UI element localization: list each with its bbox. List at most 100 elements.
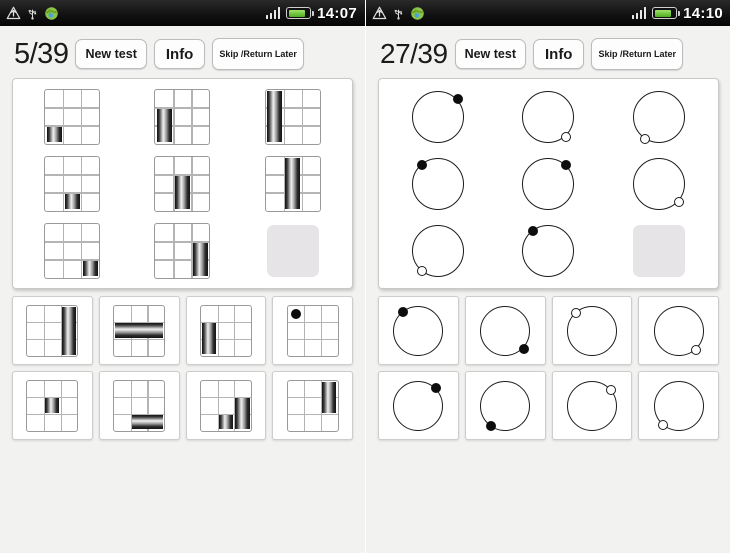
battery-icon <box>286 7 315 19</box>
figure-bar <box>202 323 217 355</box>
circle-figure <box>412 90 465 143</box>
grid-line <box>63 223 65 278</box>
figure-dot <box>452 94 463 105</box>
grid-line <box>45 241 100 243</box>
right-panel: 14:10 27/39 New test Info Skip / Return … <box>366 0 730 553</box>
figure-bar <box>267 90 283 143</box>
circle-figure <box>566 380 617 431</box>
answer-options-row <box>12 371 353 440</box>
grid-figure <box>26 379 79 432</box>
skip-return-later-button[interactable]: Skip / Return Later <box>591 38 684 70</box>
answer-options-panel <box>12 296 353 440</box>
answer-option[interactable] <box>464 296 546 365</box>
left-panel: 14:07 5/39 New test Info Skip / Return L… <box>0 0 365 553</box>
alert-upload-icon <box>6 6 21 19</box>
circle-figure <box>393 380 444 431</box>
matrix-cell[interactable] <box>627 219 690 282</box>
skip-return-later-button[interactable]: Skip / Return Later <box>212 38 304 70</box>
answer-option[interactable] <box>638 371 719 440</box>
grid-figure <box>264 88 321 145</box>
answer-option[interactable] <box>12 371 93 440</box>
matrix-grid <box>383 85 714 282</box>
answer-slot-empty[interactable] <box>632 224 685 277</box>
matrix-cell <box>151 85 214 148</box>
grid-line <box>173 223 175 278</box>
grid-line <box>304 380 306 431</box>
figure-bar <box>322 381 337 413</box>
answer-option[interactable] <box>638 296 719 365</box>
answer-option[interactable] <box>272 296 353 365</box>
figure-dot <box>485 421 496 432</box>
grid-line <box>287 322 338 324</box>
answer-option[interactable] <box>12 296 93 365</box>
grid-figure <box>154 155 211 212</box>
grid-line <box>301 89 303 144</box>
skip-label-line1: Skip / <box>598 48 623 59</box>
grid-figure <box>154 222 211 279</box>
grid-line <box>44 305 46 356</box>
grid-figure <box>26 304 79 357</box>
grid-line <box>81 89 83 144</box>
grid-figure <box>264 155 321 212</box>
info-button[interactable]: Info <box>153 39 206 69</box>
grid-line <box>283 89 285 144</box>
answer-option[interactable] <box>98 371 180 440</box>
grid-figure <box>154 88 211 145</box>
matrix-cell <box>41 219 104 282</box>
circle-figure <box>522 224 575 277</box>
answer-slot-empty[interactable] <box>266 224 319 277</box>
figure-dot <box>657 420 668 431</box>
answer-option[interactable] <box>464 371 546 440</box>
grid-line <box>60 380 62 431</box>
grid-figure <box>286 379 339 432</box>
matrix-cell <box>627 152 690 215</box>
grid-figure <box>286 304 339 357</box>
matrix-panel <box>12 78 353 289</box>
matrix-cell <box>151 219 214 282</box>
status-bar: 14:10 <box>366 0 730 26</box>
grid-line <box>27 413 78 415</box>
figure-bar <box>115 323 164 338</box>
figure-dot <box>571 307 582 318</box>
screenshot-stage: 14:07 5/39 New test Info Skip / Return L… <box>0 0 730 553</box>
figure-dot <box>528 226 539 236</box>
answer-option[interactable] <box>551 371 633 440</box>
matrix-cell <box>41 85 104 148</box>
new-test-button[interactable]: New test <box>454 39 526 69</box>
answer-option[interactable] <box>378 371 459 440</box>
info-button[interactable]: Info <box>532 39 585 69</box>
figure-dot <box>416 160 427 171</box>
figure-bar <box>82 260 98 277</box>
circle-figure <box>632 90 685 144</box>
new-test-button[interactable]: New test <box>75 39 147 69</box>
answer-option[interactable] <box>551 296 633 365</box>
app-header: 5/39 New test Info Skip / Return Later <box>0 26 365 76</box>
signal-bars-icon <box>265 7 281 19</box>
matrix-cell <box>407 152 470 215</box>
matrix-cell[interactable] <box>261 219 324 282</box>
matrix-cell <box>517 152 580 215</box>
figure-dot <box>561 159 572 170</box>
status-bar-icons <box>0 6 59 21</box>
matrix-cell <box>627 85 690 148</box>
answer-option[interactable] <box>185 371 267 440</box>
skip-label-line1: Skip / <box>219 48 244 59</box>
grid-line <box>45 107 100 109</box>
grid-line <box>114 397 165 399</box>
answer-option[interactable] <box>272 371 353 440</box>
battery-icon <box>652 7 681 19</box>
status-bar: 14:07 <box>0 0 365 26</box>
circle-figure <box>393 305 444 356</box>
answer-option[interactable] <box>98 296 180 365</box>
answer-option[interactable] <box>378 296 459 365</box>
answer-option[interactable] <box>185 296 267 365</box>
figure-dot <box>431 382 442 393</box>
figure-bar <box>218 414 233 430</box>
android-globe-icon <box>411 6 424 20</box>
circle-figure <box>480 305 531 356</box>
matrix-cell <box>407 85 470 148</box>
circle-figure <box>653 305 704 356</box>
status-bar-right: 14:07 <box>265 5 365 22</box>
clock-time: 14:10 <box>683 4 723 22</box>
circle-figure <box>566 305 617 356</box>
